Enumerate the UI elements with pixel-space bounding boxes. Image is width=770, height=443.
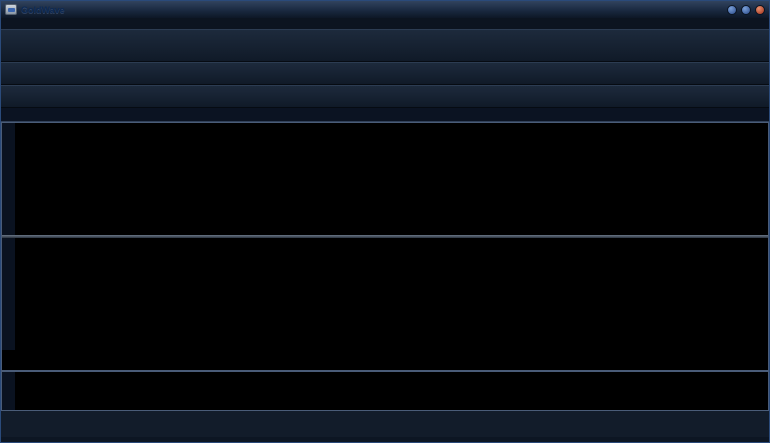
menu-bar	[1, 18, 769, 29]
overview-ruler[interactable]	[2, 399, 768, 442]
waveform-panel	[1, 122, 769, 442]
close-button[interactable]	[755, 4, 765, 15]
waveform-channel-2[interactable]	[2, 123, 302, 273]
transport-toolbar	[1, 85, 769, 108]
overview-ruler-canvas	[2, 399, 302, 442]
effects-toolbar	[1, 62, 769, 85]
time-ruler[interactable]	[2, 350, 768, 442]
main-toolbar	[1, 29, 769, 62]
window-title: GoldWave	[21, 4, 65, 15]
minimize-button[interactable]	[727, 4, 737, 15]
overview-panel	[1, 371, 769, 442]
goldwave-window: GoldWave	[0, 0, 770, 443]
file-tabs	[1, 108, 769, 122]
maximize-button[interactable]	[741, 4, 751, 15]
app-icon	[5, 4, 17, 15]
title-bar[interactable]: GoldWave	[1, 1, 769, 18]
